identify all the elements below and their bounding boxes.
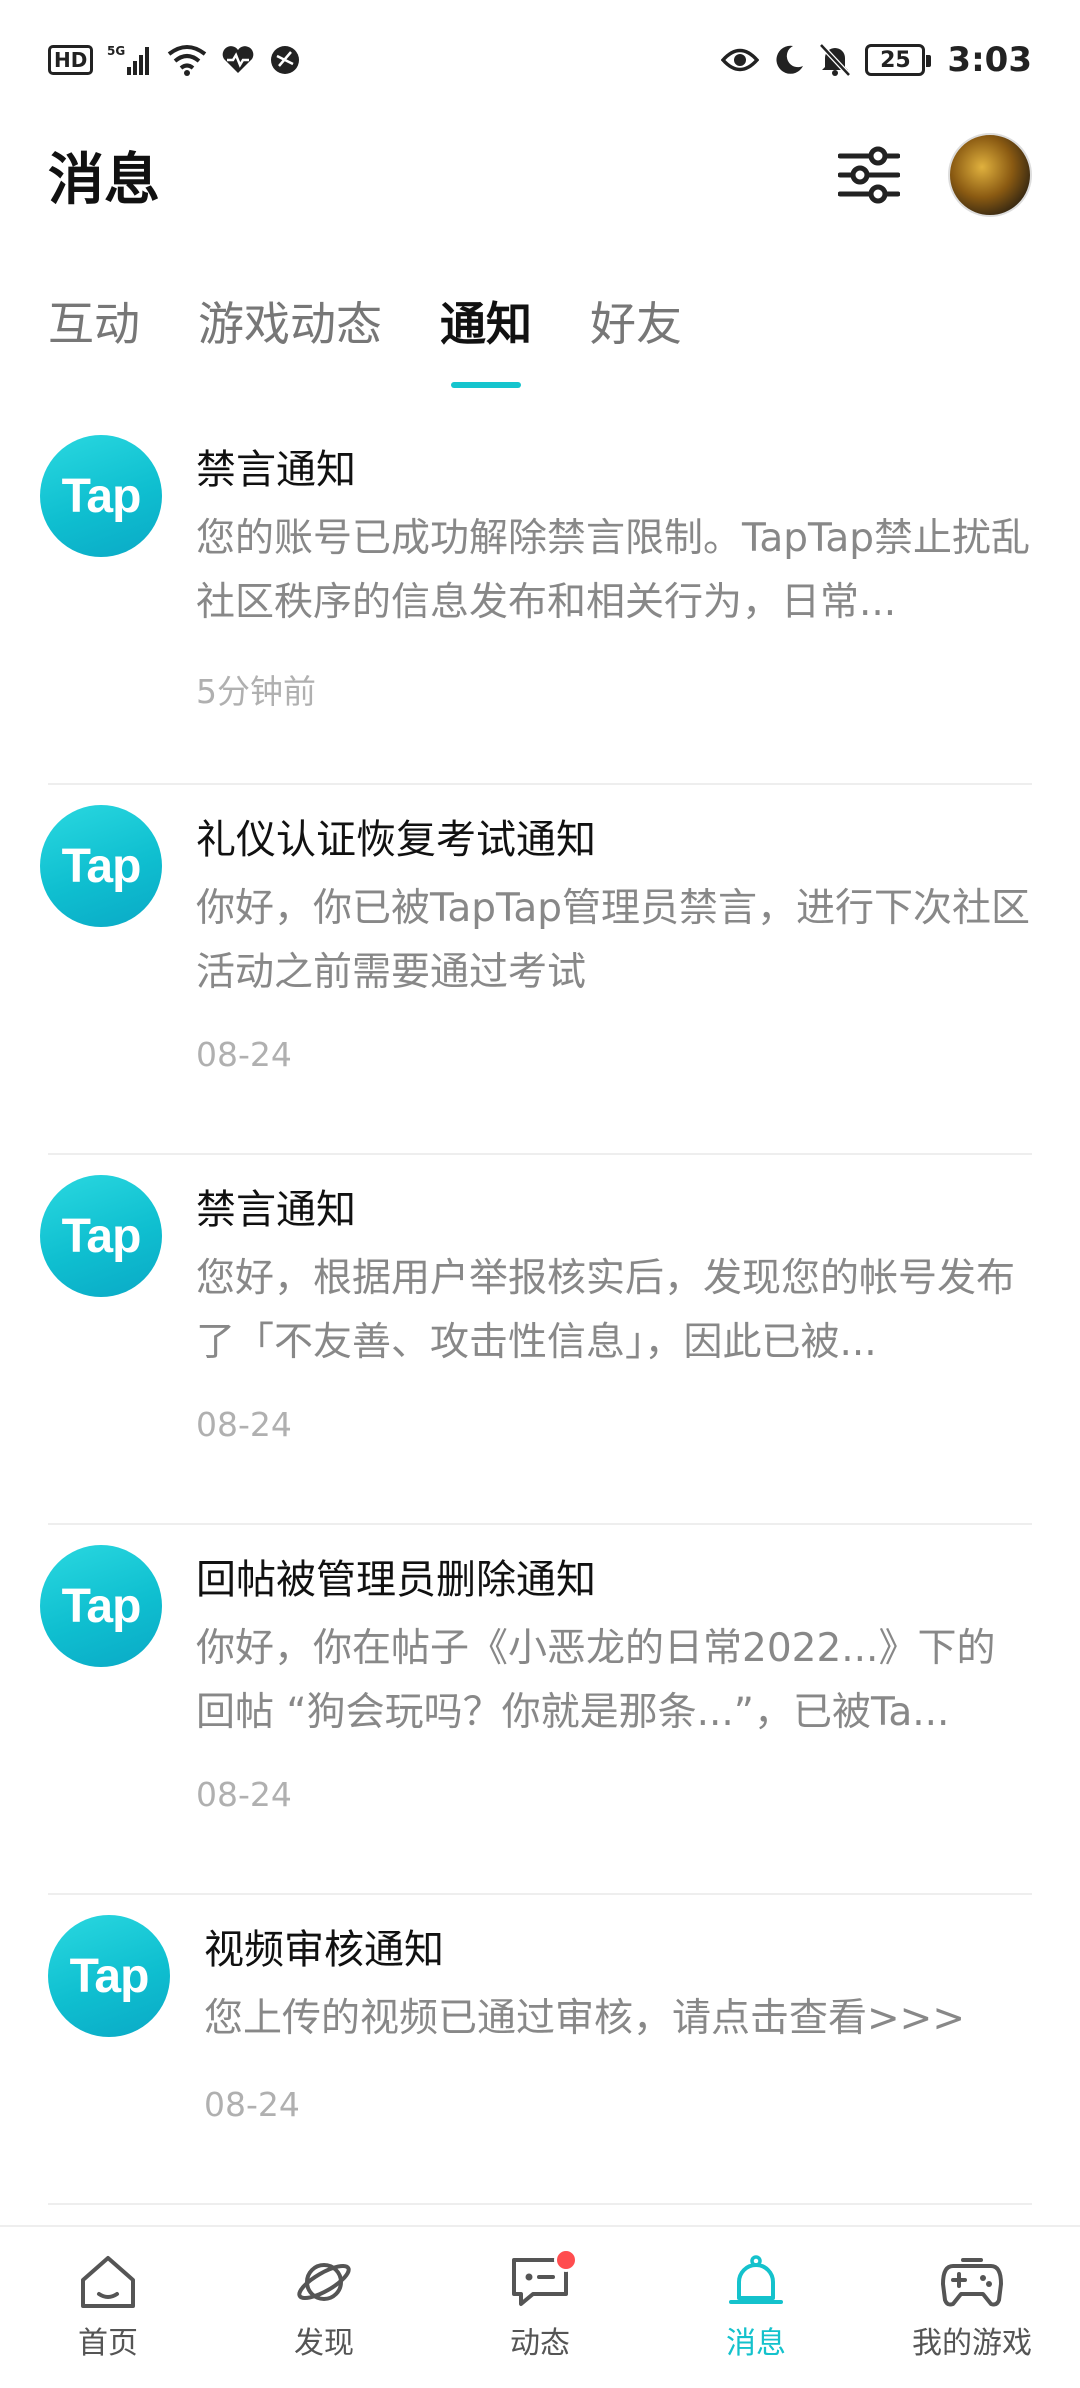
notification-body: 您好，根据用户举报核实后，发现您的帐号发布了「不友善、攻击性信息」，因此已被..… bbox=[196, 1256, 1016, 1365]
message-tabs: 互动 游戏动态 通知 好友 bbox=[0, 280, 1080, 400]
notification-time: 08-24 bbox=[204, 2085, 300, 2124]
home-icon bbox=[77, 2254, 139, 2310]
hd-badge: HD bbox=[48, 45, 94, 75]
notification-body: 你好，你在帖子《小恶龙的日常2022...》下的回帖 “狗会玩吗？你就是那条..… bbox=[196, 1626, 996, 1735]
list-item[interactable]: Tap 视频审核通知 您上传的视频已通过审核，请点击查看>>> 08-24 bbox=[0, 1895, 1080, 2205]
header-actions bbox=[838, 133, 1032, 217]
tab-notifications[interactable]: 通知 bbox=[440, 280, 532, 354]
nav-discover[interactable]: 发现 bbox=[224, 2254, 424, 2362]
nav-messages[interactable]: 消息 bbox=[656, 2254, 856, 2362]
status-right: 25 3:03 bbox=[721, 40, 1032, 80]
taptap-logo-icon: Tap bbox=[40, 1175, 162, 1297]
notification-body: 您上传的视频已通过审核，请点击查看>>> bbox=[204, 1996, 966, 2041]
notification-title: 禁言通知 bbox=[196, 447, 356, 493]
gamepad-icon bbox=[939, 2254, 1005, 2310]
bell-icon bbox=[725, 2254, 787, 2310]
mute-bell-icon bbox=[819, 43, 852, 77]
notification-time: 08-24 bbox=[196, 1775, 292, 1814]
notification-list: Tap 禁言通知 您的账号已成功解除禁言限制。TapTap禁止扰乱社区秩序的信息… bbox=[0, 415, 1080, 2205]
list-item[interactable]: Tap 礼仪认证恢复考试通知 你好，你已被TapTap管理员禁言，进行下次社区活… bbox=[0, 785, 1080, 1155]
tab-friends[interactable]: 好友 bbox=[590, 280, 682, 354]
planet-icon bbox=[293, 2254, 355, 2310]
filter-settings-icon[interactable] bbox=[838, 146, 900, 204]
notification-title: 礼仪认证恢复考试通知 bbox=[196, 817, 596, 863]
taptap-logo-icon: Tap bbox=[48, 1915, 170, 2037]
taptap-logo-icon: Tap bbox=[40, 1545, 162, 1667]
notification-body: 你好，你已被TapTap管理员禁言，进行下次社区活动之前需要通过考试 bbox=[196, 886, 1031, 995]
taptap-logo-icon: Tap bbox=[40, 805, 162, 927]
notification-title: 视频审核通知 bbox=[204, 1927, 444, 1973]
nav-label: 首页 bbox=[78, 2325, 138, 2361]
notification-title: 禁言通知 bbox=[196, 1187, 356, 1233]
nav-label: 发现 bbox=[294, 2325, 354, 2361]
svg-text:5G: 5G bbox=[107, 44, 125, 58]
bottom-nav: 首页 发现 动态 消息 我的游戏 bbox=[0, 2225, 1080, 2388]
notification-time: 08-24 bbox=[196, 1035, 292, 1074]
notification-time: 08-24 bbox=[196, 1405, 292, 1444]
wifi-icon bbox=[167, 44, 207, 76]
cell-signal-icon: 5G bbox=[107, 43, 153, 77]
tab-interaction[interactable]: 互动 bbox=[48, 280, 140, 354]
nav-label: 我的游戏 bbox=[912, 2325, 1032, 2361]
notification-title: 回帖被管理员删除通知 bbox=[196, 1557, 596, 1603]
list-item[interactable]: Tap 禁言通知 您的账号已成功解除禁言限制。TapTap禁止扰乱社区秩序的信息… bbox=[0, 415, 1080, 785]
page-title: 消息 bbox=[48, 147, 160, 213]
moon-icon bbox=[773, 44, 805, 76]
health-heart-icon bbox=[221, 45, 255, 75]
clock: 3:03 bbox=[947, 40, 1032, 80]
notification-body: 您的账号已成功解除禁言限制。TapTap禁止扰乱社区秩序的信息发布和相关行为，日… bbox=[196, 516, 1031, 625]
user-avatar[interactable] bbox=[948, 133, 1032, 217]
status-bar: HD 5G 25 3:03 bbox=[0, 0, 1080, 120]
nav-label: 动态 bbox=[510, 2325, 570, 2361]
battery-indicator: 25 bbox=[865, 44, 932, 76]
unread-dot bbox=[554, 2247, 578, 2272]
page-header: 消息 bbox=[0, 120, 1080, 230]
notification-time: 5分钟前 bbox=[196, 672, 316, 711]
eye-icon bbox=[721, 47, 760, 73]
nav-label: 消息 bbox=[726, 2325, 786, 2361]
tab-game-updates[interactable]: 游戏动态 bbox=[198, 280, 382, 354]
list-item[interactable]: Tap 回帖被管理员删除通知 你好，你在帖子《小恶龙的日常2022...》下的回… bbox=[0, 1525, 1080, 1895]
app-notification-icon bbox=[269, 44, 301, 76]
status-left: HD 5G bbox=[48, 43, 301, 77]
nav-my-games[interactable]: 我的游戏 bbox=[872, 2254, 1072, 2362]
nav-home[interactable]: 首页 bbox=[8, 2254, 208, 2362]
nav-feed[interactable]: 动态 bbox=[440, 2247, 640, 2362]
taptap-logo-icon: Tap bbox=[40, 435, 162, 557]
list-item[interactable]: Tap 禁言通知 您好，根据用户举报核实后，发现您的帐号发布了「不友善、攻击性信… bbox=[0, 1155, 1080, 1525]
